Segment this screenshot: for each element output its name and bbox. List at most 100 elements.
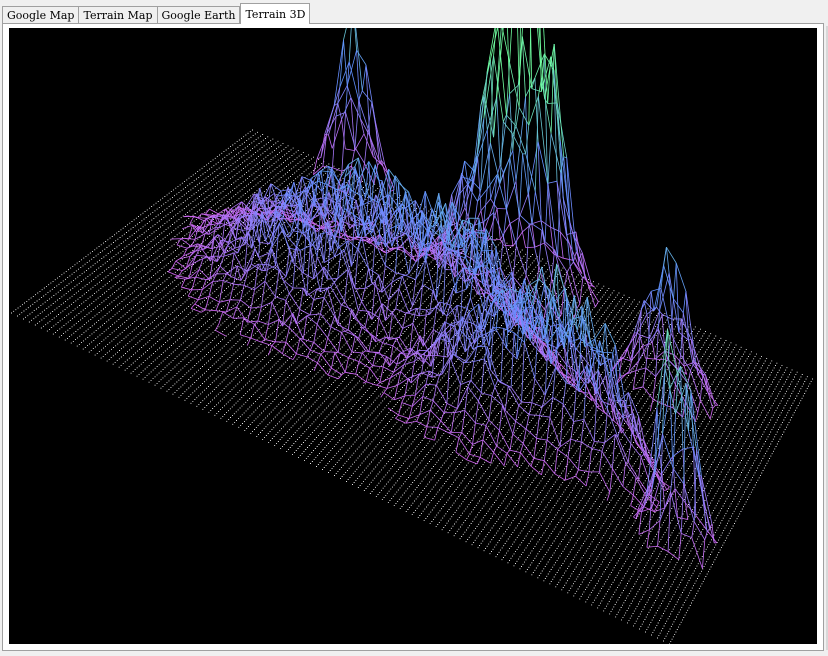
terrain-mesh-line	[519, 153, 523, 215]
terrain-mesh-line	[437, 355, 448, 358]
terrain-mesh-line	[468, 218, 473, 233]
tab-google-earth[interactable]: Google Earth	[156, 6, 241, 24]
terrain-mesh-line	[614, 434, 626, 463]
terrain-mesh-line	[437, 420, 442, 428]
terrain-mesh-line	[254, 264, 259, 290]
terrain-mesh-line	[472, 439, 484, 445]
terrain-mesh-line	[636, 332, 641, 336]
terrain-mesh-line	[530, 458, 535, 467]
tab-panel-terrain-3d	[2, 23, 824, 651]
terrain-mesh-line	[461, 410, 466, 433]
terrain-mesh-line	[620, 427, 632, 445]
terrain-mesh-line	[682, 291, 687, 313]
terrain-mesh-line	[236, 299, 241, 307]
terrain-mesh-line	[289, 287, 294, 294]
terrain-mesh-line	[455, 451, 467, 461]
terrain-mesh-line	[341, 112, 346, 172]
terrain-mesh-line	[191, 276, 196, 290]
terrain-mesh-line	[491, 386, 496, 397]
terrain-mesh-line	[712, 405, 716, 409]
terrain-mesh-line	[506, 449, 511, 454]
tab-terrain-map[interactable]: Terrain Map	[78, 6, 158, 24]
tab-google-map[interactable]: Google Map	[2, 6, 80, 24]
terrain-mesh-line	[673, 262, 677, 299]
tab-terrain-3d[interactable]: Terrain 3D	[240, 3, 311, 24]
terrain-mesh-line	[497, 379, 509, 387]
terrain-mesh-line	[704, 531, 708, 540]
terrain-mesh-line	[215, 329, 227, 337]
terrain-mesh-line	[656, 306, 660, 312]
terrain-mesh-line	[557, 446, 561, 450]
terrain-mesh-line	[227, 245, 239, 254]
terrain-mesh-line	[602, 323, 606, 353]
terrain-mesh-line	[594, 441, 605, 443]
terrain-mesh-line	[361, 288, 366, 302]
terrain-mesh-line	[672, 413, 676, 469]
terrain-mesh-line	[656, 501, 660, 508]
terrain-mesh-line	[275, 319, 280, 342]
terrain-mesh-line	[306, 315, 318, 325]
terrain-mesh-line	[653, 265, 665, 311]
terrain-mesh-line	[246, 337, 252, 346]
terrain-mesh-line	[503, 210, 507, 237]
terrain-mesh-line	[423, 436, 435, 441]
terrain-mesh-line	[332, 116, 337, 168]
terrain-mesh-line	[478, 400, 490, 421]
terrain-wireframe-canvas[interactable]	[9, 28, 817, 644]
terrain-mesh-line	[261, 301, 273, 308]
terrain-mesh-line	[612, 345, 616, 354]
terrain-mesh-line	[680, 354, 691, 371]
terrain-mesh-line	[601, 450, 613, 469]
terrain-mesh-line	[518, 404, 530, 415]
terrain-mesh-line	[278, 319, 290, 329]
terrain-mesh-line	[565, 475, 576, 481]
terrain-mesh-line	[309, 245, 315, 279]
terrain-mesh-line	[479, 457, 491, 464]
terrain-mesh-line	[547, 133, 552, 184]
terrain-mesh-line	[458, 432, 463, 438]
terrain-mesh-line	[261, 248, 273, 271]
terrain-mesh-line	[344, 269, 349, 302]
terrain-mesh-line	[439, 356, 451, 376]
terrain-mesh-line	[335, 87, 341, 117]
terrain-mesh-line	[567, 456, 579, 471]
terrain-mesh-line	[567, 439, 572, 458]
terrain-mesh-line	[670, 468, 674, 492]
terrain-mesh-line	[358, 352, 363, 362]
terrain-mesh-line	[285, 293, 290, 301]
terrain-mesh-line	[358, 338, 370, 353]
terrain-mesh-line	[440, 420, 452, 433]
terrain-mesh-line	[324, 351, 335, 353]
terrain-mesh-line	[264, 264, 269, 282]
terrain-mesh-line	[515, 405, 519, 422]
terrain-mesh-line	[509, 449, 521, 453]
terrain-mesh-line	[569, 261, 574, 267]
terrain-mesh-line	[645, 367, 656, 377]
terrain-mesh-line	[531, 223, 543, 231]
terrain-3d-viewport[interactable]	[9, 28, 817, 644]
terrain-mesh-line	[320, 353, 332, 369]
terrain-mesh-line	[299, 338, 311, 351]
terrain-mesh-line	[374, 274, 379, 283]
terrain-mesh-line	[379, 366, 384, 383]
terrain-mesh-line	[254, 280, 266, 291]
terrain-mesh-line	[258, 252, 269, 258]
terrain-mesh-line	[630, 443, 642, 458]
terrain-mesh-line	[187, 295, 199, 300]
terrain-mesh-line	[494, 380, 499, 388]
terrain-mesh-line	[680, 366, 684, 450]
terrain-mesh-line	[517, 452, 521, 467]
terrain-mesh-line	[219, 256, 225, 267]
terrain-mesh-line	[268, 302, 273, 325]
terrain-mesh-line	[302, 315, 308, 340]
terrain-mesh-line	[343, 39, 348, 86]
terrain-mesh-line	[351, 335, 356, 352]
ground-grid	[11, 129, 813, 644]
terrain-mesh-line	[525, 428, 537, 439]
terrain-mesh-line	[487, 238, 491, 241]
terrain-mesh-line	[240, 285, 245, 301]
terrain-mesh-line	[337, 352, 349, 359]
terrain-mesh-line	[490, 198, 495, 205]
terrain-mesh-line	[661, 473, 665, 509]
terrain-mesh-line	[331, 119, 342, 149]
